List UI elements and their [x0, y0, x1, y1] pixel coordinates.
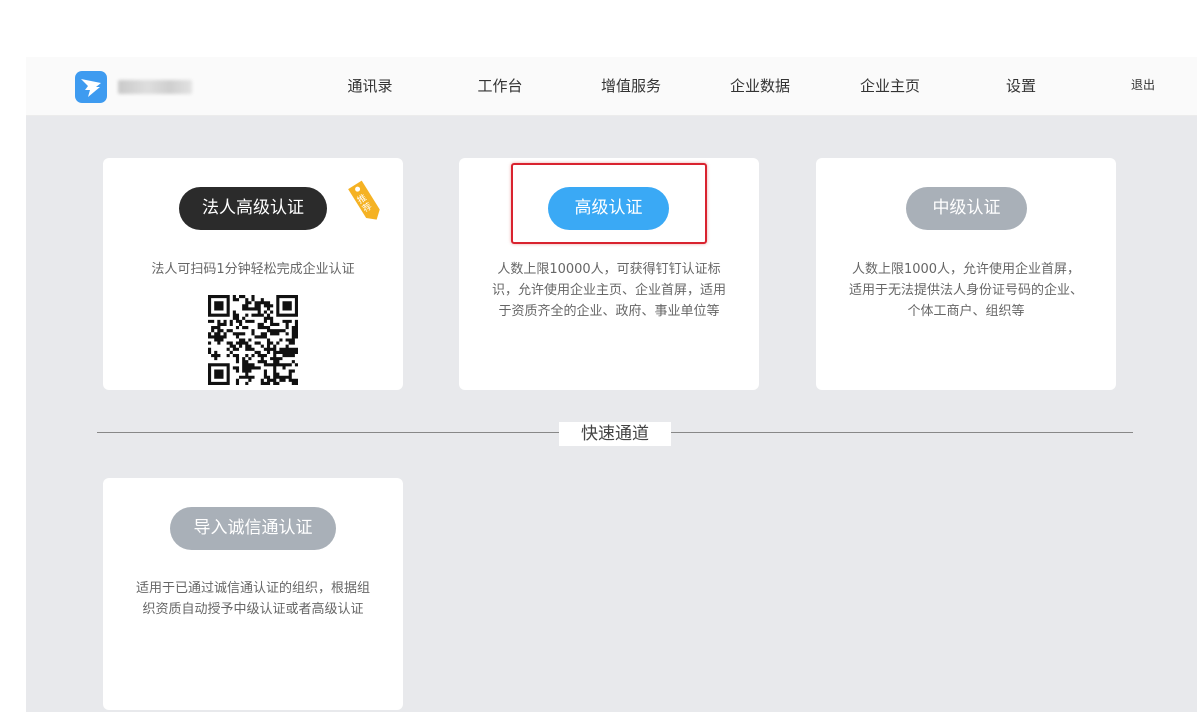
legal-advanced-cert-button[interactable]: 法人高级认证: [179, 187, 327, 230]
nav-value-added-services[interactable]: 增值服务: [571, 74, 691, 98]
qr-code-modules: [208, 295, 298, 385]
top-navigation-bar: 通讯录 工作台 增值服务 企业数据 企业主页 设置 退出: [26, 57, 1197, 116]
fast-track-divider-label: 快速通道: [559, 422, 671, 446]
legal-advanced-cert-card: 法人高级认证 推荐 法人可扫码1分钟轻松完成企业认证: [103, 158, 403, 390]
nav-workbench[interactable]: 工作台: [440, 74, 560, 98]
logout-link[interactable]: 退出: [1118, 76, 1168, 94]
import-credit-cert-button[interactable]: 导入诚信通认证: [170, 507, 336, 550]
import-credit-cert-card: 导入诚信通认证 适用于已通过诚信通认证的组织，根据组织资质自动授予中级认证或者高…: [103, 478, 403, 710]
intermediate-cert-card: 中级认证 人数上限1000人，允许使用企业首屏，适用于无法提供法人身份证号码的企…: [816, 158, 1116, 390]
recommend-tag-icon: 推荐: [343, 176, 387, 226]
import-credit-cert-description: 适用于已通过诚信通认证的组织，根据组织资质自动授予中级认证或者高级认证: [135, 581, 370, 617]
qr-code-icon: [208, 295, 298, 385]
legal-cert-description: 法人可扫码1分钟轻松完成企业认证: [151, 262, 355, 277]
dingtalk-logo-icon[interactable]: [75, 71, 107, 103]
advanced-cert-description: 人数上限10000人，可获得钉钉认证标识，允许使用企业主页、企业首屏，适用于资质…: [491, 262, 726, 319]
intermediate-cert-button[interactable]: 中级认证: [906, 187, 1027, 230]
nav-settings[interactable]: 设置: [961, 74, 1081, 98]
nav-enterprise-homepage[interactable]: 企业主页: [830, 74, 950, 98]
nav-enterprise-data[interactable]: 企业数据: [700, 74, 820, 98]
nav-contacts[interactable]: 通讯录: [310, 74, 430, 98]
highlight-box: [511, 163, 707, 244]
company-name-blurred: [118, 80, 192, 94]
intermediate-cert-description: 人数上限1000人，允许使用企业首屏，适用于无法提供法人身份证号码的企业、个体工…: [848, 262, 1083, 319]
app-frame: 通讯录 工作台 增值服务 企业数据 企业主页 设置 退出 法人高级认证 推荐 法…: [26, 57, 1197, 712]
